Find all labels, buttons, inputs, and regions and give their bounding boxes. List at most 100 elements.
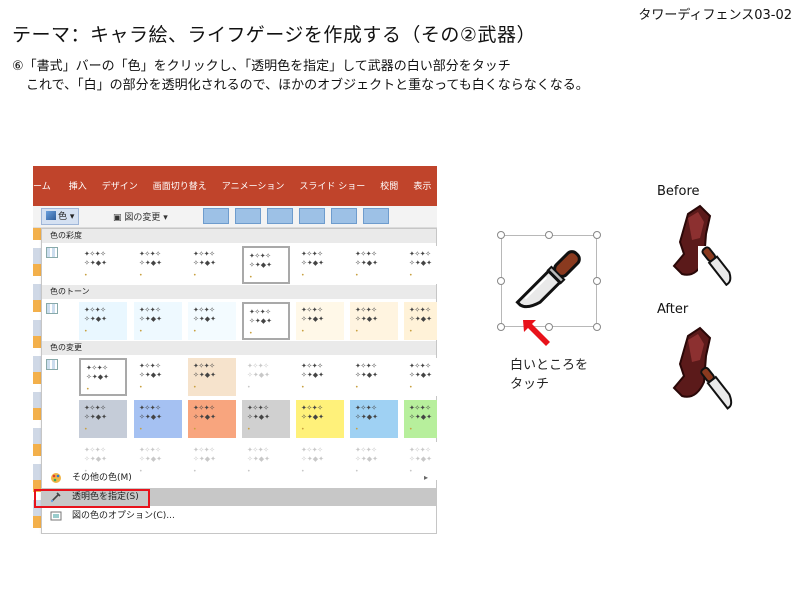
thumbnail-glyph-icon: •: [355, 426, 359, 433]
color-swatch[interactable]: ✦✧✦✧ ✧✦◆✦ •: [188, 302, 236, 340]
color-swatch[interactable]: ✦✧✦✧ ✧✦◆✦ •: [188, 246, 236, 284]
color-swatch[interactable]: ✦✧✦✧ ✧✦◆✦ •: [188, 358, 236, 396]
thumbnail-glyph-icon: •: [139, 272, 143, 279]
thumbnail-glyph-icon: •: [139, 384, 143, 391]
thumbnail-glyph-icon: ✧✦◆✦: [247, 371, 270, 379]
tab-slideshow[interactable]: スライド ショー: [299, 179, 365, 192]
thumbnail-glyph-icon: •: [409, 272, 413, 279]
style-thumb[interactable]: [299, 208, 325, 224]
palette-icon: [51, 473, 61, 483]
color-swatch[interactable]: ✦✧✦✧ ✧✦◆✦ •: [188, 400, 236, 438]
thumbnail-glyph-icon: •: [301, 384, 305, 391]
ribbon: ーム 挿入 デザイン 画面切り替え アニメーション スライド ショー 校閲 表示: [33, 166, 437, 206]
style-thumb[interactable]: [203, 208, 229, 224]
color-swatch[interactable]: ✦✧✦✧ ✧✦◆✦ •: [404, 246, 437, 284]
color-swatch[interactable]: ✦✧✦✧ ✧✦◆✦ •: [242, 246, 290, 284]
resize-handle[interactable]: [593, 277, 601, 285]
resize-handle[interactable]: [497, 277, 505, 285]
color-swatch[interactable]: ✦✧✦✧ ✧✦◆✦ •: [404, 358, 437, 396]
color-button[interactable]: 色 ▾: [41, 208, 80, 225]
thumbnail-glyph-icon: ✧✦◆✦: [193, 371, 216, 379]
change-picture-button[interactable]: ▣ 図の変更 ▾: [113, 210, 168, 223]
color-swatch[interactable]: ✦✧✦✧ ✧✦◆✦ •: [79, 400, 127, 438]
thumbnail-glyph-icon: ✦✧✦✧: [86, 364, 108, 372]
style-thumb[interactable]: [235, 208, 261, 224]
menu-more-colors[interactable]: その他の色(M) ▸: [42, 469, 436, 487]
thumbnail-glyph-icon: •: [84, 426, 88, 433]
color-swatch[interactable]: ✦✧✦✧ ✧✦◆✦ •: [79, 302, 127, 340]
tab-transitions[interactable]: 画面切り替え: [153, 179, 207, 192]
color-swatch[interactable]: ✦✧✦✧ ✧✦◆✦ •: [404, 400, 437, 438]
color-swatch[interactable]: ✦✧✦✧ ✧✦◆✦ •: [134, 302, 182, 340]
color-swatch[interactable]: ✦✧✦✧ ✧✦◆✦ •: [79, 246, 127, 284]
color-swatch[interactable]: ✦✧✦✧ ✧✦◆✦ •: [134, 246, 182, 284]
tab-insert[interactable]: 挿入: [69, 179, 87, 192]
thumbnail-glyph-icon: ✧✦◆✦: [301, 315, 324, 323]
thumbnail-glyph-icon: •: [193, 426, 197, 433]
resize-handle[interactable]: [497, 231, 505, 239]
thumbnail-glyph-icon: ✦✧✦✧: [84, 446, 106, 454]
color-swatch[interactable]: ✦✧✦✧ ✧✦◆✦ •: [134, 358, 182, 396]
thumbnail-glyph-icon: •: [247, 426, 251, 433]
thumbnail-glyph-icon: ✧✦◆✦: [247, 413, 270, 421]
thumbnail-glyph-icon: •: [355, 328, 359, 335]
thumbnail-glyph-icon: ✧✦◆✦: [409, 259, 432, 267]
color-swatch[interactable]: ✦✧✦✧ ✧✦◆✦ •: [350, 400, 398, 438]
resize-handle[interactable]: [545, 231, 553, 239]
tab-design[interactable]: デザイン: [102, 179, 138, 192]
section-saturation: 色の彩度: [42, 229, 436, 243]
style-thumb[interactable]: [331, 208, 357, 224]
thumbnail-glyph-icon: •: [355, 272, 359, 279]
tab-review[interactable]: 校閲: [380, 179, 398, 192]
thumbnail-glyph-icon: ✧✦◆✦: [139, 315, 162, 323]
submenu-arrow-icon: ▸: [423, 473, 428, 482]
color-swatch[interactable]: ✦✧✦✧ ✧✦◆✦ •: [242, 358, 290, 396]
thumbnail-glyph-icon: ✦✧✦✧: [247, 446, 269, 454]
tab-view[interactable]: 表示: [413, 179, 431, 192]
slide-title: テーマ：キャラ絵、ライフゲージを作成する（その②武器）: [12, 24, 536, 46]
thumbnail-glyph-icon: ✦✧✦✧: [247, 362, 269, 370]
tab-animations[interactable]: アニメーション: [222, 179, 285, 192]
menu-picture-color-options[interactable]: 図の色のオプション(C)...: [42, 507, 436, 525]
thumbnail-glyph-icon: ✦✧✦✧: [355, 446, 377, 454]
color-swatch[interactable]: ✦✧✦✧ ✧✦◆✦ •: [350, 302, 398, 340]
thumbnail-glyph-icon: ✧✦◆✦: [409, 413, 432, 421]
color-swatch[interactable]: ✦✧✦✧ ✧✦◆✦ •: [296, 358, 344, 396]
thumbnail-glyph-icon: ✦✧✦✧: [355, 404, 377, 412]
color-swatch[interactable]: ✦✧✦✧ ✧✦◆✦ •: [134, 400, 182, 438]
section-tone: 色のトーン: [42, 285, 436, 299]
resize-handle[interactable]: [593, 323, 601, 331]
thumbnail-glyph-icon: •: [249, 274, 253, 281]
touch-caption: 白いところを タッチ: [510, 358, 589, 392]
resize-handle[interactable]: [593, 231, 601, 239]
picture-styles[interactable]: [203, 208, 395, 224]
thumbnail-glyph-icon: ✦✧✦✧: [301, 446, 323, 454]
thumbnail-glyph-icon: ✦✧✦✧: [409, 306, 431, 314]
resize-handle[interactable]: [497, 323, 505, 331]
thumbnail-glyph-icon: ✧✦◆✦: [301, 259, 324, 267]
tab-home[interactable]: ーム: [33, 179, 51, 192]
ribbon-tabs: ーム 挿入 デザイン 画面切り替え アニメーション スライド ショー 校閲 表示: [33, 179, 437, 192]
thumbnail-glyph-icon: ✦✧✦✧: [301, 250, 323, 258]
color-swatch[interactable]: ✦✧✦✧ ✧✦◆✦ •: [296, 302, 344, 340]
color-swatch[interactable]: ✦✧✦✧ ✧✦◆✦ •: [79, 358, 127, 396]
thumbnail-glyph-icon: ✦✧✦✧: [84, 250, 106, 258]
thumbnail-glyph-icon: ✦✧✦✧: [193, 362, 215, 370]
knife-icon[interactable]: [510, 241, 590, 321]
thumbnail-glyph-icon: •: [84, 272, 88, 279]
after-label: After: [657, 302, 689, 317]
color-swatch[interactable]: ✦✧✦✧ ✧✦◆✦ •: [404, 302, 437, 340]
thumbnail-glyph-icon: ✦✧✦✧: [409, 404, 431, 412]
thumbnail-glyph-icon: ✧✦◆✦: [409, 315, 432, 323]
style-thumb[interactable]: [363, 208, 389, 224]
thumbnail-glyph-icon: ✦✧✦✧: [139, 404, 161, 412]
highlight-box: [34, 489, 150, 508]
style-thumb[interactable]: [267, 208, 293, 224]
thumbnail-glyph-icon: ✧✦◆✦: [193, 259, 216, 267]
color-swatch[interactable]: ✦✧✦✧ ✧✦◆✦ •: [242, 400, 290, 438]
color-swatch[interactable]: ✦✧✦✧ ✧✦◆✦ •: [350, 246, 398, 284]
color-swatch[interactable]: ✦✧✦✧ ✧✦◆✦ •: [296, 400, 344, 438]
color-swatch[interactable]: ✦✧✦✧ ✧✦◆✦ •: [296, 246, 344, 284]
color-swatch[interactable]: ✦✧✦✧ ✧✦◆✦ •: [242, 302, 290, 340]
color-swatch[interactable]: ✦✧✦✧ ✧✦◆✦ •: [350, 358, 398, 396]
